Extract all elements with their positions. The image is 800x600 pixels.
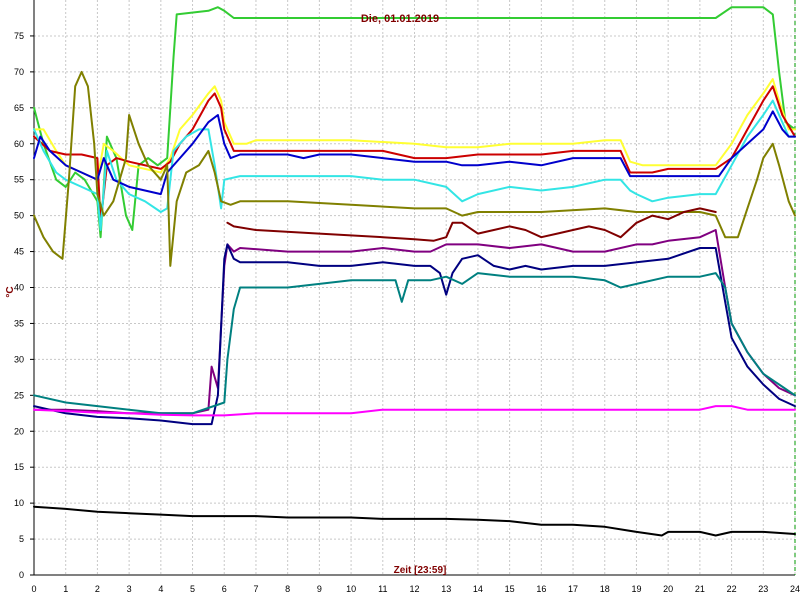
y-tick-label: 0 <box>19 570 24 580</box>
x-tick-label: 24 <box>790 584 800 594</box>
y-tick-label: 15 <box>14 462 24 472</box>
x-tick-label: 17 <box>568 584 578 594</box>
axes <box>30 0 796 576</box>
x-tick-label: 0 <box>31 584 36 594</box>
y-tick-label: 70 <box>14 67 24 77</box>
x-tick-label: 21 <box>695 584 705 594</box>
x-tick-label: 22 <box>727 584 737 594</box>
gridlines <box>34 0 796 575</box>
y-tick-label: 45 <box>14 247 24 257</box>
y-tick-label: 20 <box>14 426 24 436</box>
x-tick-label: 8 <box>285 584 290 594</box>
x-axis-title: Zeit [23:59] <box>394 565 447 576</box>
x-tick-label: 7 <box>253 584 258 594</box>
x-tick-label: 23 <box>758 584 768 594</box>
x-tick-label: 1 <box>63 584 68 594</box>
y-tick-label: 75 <box>14 31 24 41</box>
y-tick-label: 10 <box>14 498 24 508</box>
x-tick-label: 11 <box>378 584 387 594</box>
y-tick-label: 25 <box>14 390 24 400</box>
x-tick-label: 14 <box>473 584 483 594</box>
y-tick-label: 30 <box>14 354 24 364</box>
line-chart: 0 1 2 3 4 5 6 7 8 9 10 11 12 13 14 15 16 17 18 19 20 21 22 23 24… <box>5 0 800 594</box>
x-tick-label: 12 <box>409 584 419 594</box>
y-tick-label: 60 <box>14 139 24 149</box>
tick-labels: 0 1 2 3 4 5 6 7 8 9 10 11 12 13 14 15 16 17 18 19 20 21 22 23 24… <box>14 31 800 594</box>
x-tick-label: 18 <box>600 584 610 594</box>
x-tick-label: 13 <box>441 584 451 594</box>
x-tick-label: 3 <box>127 584 132 594</box>
x-tick-label: 20 <box>663 584 673 594</box>
x-tick-label: 4 <box>158 584 163 594</box>
x-tick-label: 15 <box>505 584 515 594</box>
y-tick-label: 35 <box>14 318 24 328</box>
series-line-11 <box>33 405 796 417</box>
y-tick-label: 55 <box>14 175 24 185</box>
x-tick-label: 9 <box>317 584 322 594</box>
y-tick-label: 50 <box>14 211 24 221</box>
x-tick-label: 5 <box>190 584 195 594</box>
y-tick-label: 65 <box>14 103 24 113</box>
y-axis-title: °C <box>5 286 16 297</box>
x-tick-label: 6 <box>222 584 227 594</box>
chart-title: Die, 01.01.2019 <box>361 13 439 25</box>
x-tick-label: 2 <box>95 584 100 594</box>
y-tick-label: 5 <box>19 534 24 544</box>
x-tick-label: 19 <box>631 584 641 594</box>
x-tick-label: 10 <box>346 584 356 594</box>
x-tick-label: 16 <box>536 584 546 594</box>
